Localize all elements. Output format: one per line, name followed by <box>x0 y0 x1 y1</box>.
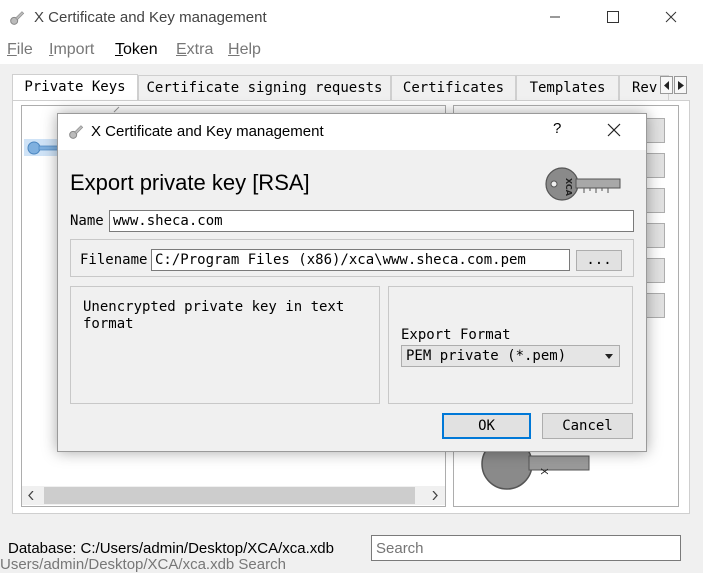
help-button[interactable]: ? <box>553 120 561 137</box>
chevron-right-icon <box>677 80 684 90</box>
tab-bar: Private Keys Certificate signing request… <box>12 74 690 101</box>
export-format-box: Export Format PEM private (*.pem) <box>388 286 633 404</box>
description-box: Unencrypted private key in text format <box>70 286 380 404</box>
maximize-button[interactable] <box>590 0 636 34</box>
tab-certificates[interactable]: Certificates <box>391 75 516 100</box>
key-icon: XCA <box>545 167 621 201</box>
ok-button[interactable]: OK <box>442 413 531 439</box>
dialog-app-icon <box>67 123 85 144</box>
svg-text:X: X <box>538 468 549 475</box>
tab-templates[interactable]: Templates <box>516 75 619 100</box>
dialog-heading: Export private key [RSA] <box>70 170 310 195</box>
tab-certificate-signing-requests[interactable]: Certificate signing requests <box>138 75 391 100</box>
dialog-title: X Certificate and Key management <box>91 123 324 140</box>
browse-button[interactable]: ... <box>576 250 622 271</box>
export-format-label: Export Format <box>401 327 511 343</box>
key-icon <box>27 141 60 155</box>
scrollbar-thumb[interactable] <box>44 487 415 504</box>
chevron-down-icon <box>605 354 613 359</box>
export-format-select[interactable]: PEM private (*.pem) <box>401 345 620 367</box>
database-path: Database: C:/Users/admin/Desktop/XCA/xca… <box>8 540 334 557</box>
main-titlebar: X Certificate and Key management <box>0 0 703 36</box>
filename-label: Filename <box>80 252 148 268</box>
name-label: Name <box>70 213 104 229</box>
menu-token[interactable]: Token <box>115 41 158 59</box>
menubar: File Import Token Extra Help <box>0 36 703 64</box>
search-input[interactable] <box>371 535 681 561</box>
menu-extra[interactable]: Extra <box>176 41 213 59</box>
menu-file[interactable]: File <box>7 41 33 59</box>
tab-scroll-right-button[interactable] <box>674 76 687 94</box>
scroll-left-icon[interactable] <box>28 491 34 500</box>
filename-input[interactable]: C:/Program Files (x86)/xca\www.sheca.com… <box>151 249 570 271</box>
close-button[interactable] <box>648 0 694 34</box>
window-title: X Certificate and Key management <box>34 9 267 26</box>
dialog-close-button[interactable] <box>607 123 621 140</box>
app-key-icon <box>8 9 26 30</box>
cancel-button[interactable]: Cancel <box>542 413 633 439</box>
status-ghost-text: Users/admin/Desktop/XCA/xca.xdb Search <box>0 556 286 573</box>
dialog-titlebar: X Certificate and Key management ? <box>58 114 646 150</box>
tab-private-keys[interactable]: Private Keys <box>12 74 138 101</box>
menu-import[interactable]: Import <box>49 41 94 59</box>
close-icon <box>607 123 621 137</box>
horizontal-scrollbar[interactable] <box>22 486 445 505</box>
filename-group: Filename C:/Program Files (x86)/xca\www.… <box>70 239 634 277</box>
chevron-left-icon <box>663 80 669 90</box>
minimize-button[interactable] <box>532 0 578 34</box>
export-format-value: PEM private (*.pem) <box>406 348 567 364</box>
menu-help[interactable]: Help <box>228 41 261 59</box>
scroll-right-icon[interactable] <box>432 491 438 500</box>
export-private-key-dialog: X Certificate and Key management ? Expor… <box>57 113 647 452</box>
tab-scroll-left-button[interactable] <box>660 76 673 94</box>
svg-text:XCA: XCA <box>564 178 573 197</box>
format-description: Unencrypted private key in text format <box>83 299 345 332</box>
name-input[interactable]: www.sheca.com <box>109 210 634 232</box>
